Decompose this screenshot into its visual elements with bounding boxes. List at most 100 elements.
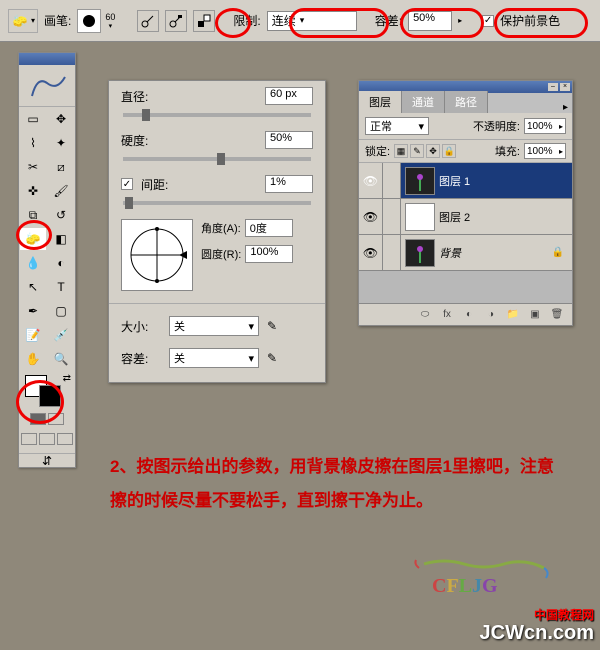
- lock-transparent-icon[interactable]: ▦: [394, 144, 408, 158]
- tolerance-label: 容差:: [375, 12, 402, 29]
- adjustment-layer-icon[interactable]: ◑: [482, 307, 500, 323]
- new-layer-icon[interactable]: ▣: [526, 307, 544, 323]
- stamp-tool[interactable]: ⧉: [19, 203, 47, 227]
- crop-tool[interactable]: ✂: [19, 155, 47, 179]
- toolbox-titlebar[interactable]: [19, 53, 75, 65]
- sampling-btn-3[interactable]: [193, 10, 215, 32]
- svg-text:CFLJG: CFLJG: [432, 575, 498, 597]
- layer-style-icon[interactable]: fx: [438, 307, 456, 323]
- zoom-tool[interactable]: 🔍: [47, 347, 75, 371]
- gradient-tool[interactable]: ◧: [47, 227, 75, 251]
- round-input[interactable]: 100%: [245, 245, 293, 263]
- tool-preset[interactable]: 🧽 ▾: [8, 9, 38, 33]
- layer-thumbnail[interactable]: [405, 203, 435, 231]
- visibility-toggle[interactable]: 👁: [359, 235, 383, 270]
- spacing-slider[interactable]: [123, 201, 311, 205]
- fill-input[interactable]: 100%: [524, 143, 566, 159]
- blur-tool[interactable]: 💧: [19, 251, 47, 275]
- limit-dropdown[interactable]: 连续: [267, 11, 357, 31]
- brush-preset-picker[interactable]: 60▾: [77, 9, 115, 33]
- chevron-right-icon: ▸: [458, 16, 462, 25]
- protect-fg-checkbox[interactable]: [482, 15, 494, 27]
- link-cell[interactable]: [383, 235, 401, 270]
- hand-tool[interactable]: ✋: [19, 347, 47, 371]
- layer-thumbnail[interactable]: [405, 239, 435, 267]
- sampling-btn-2[interactable]: [165, 10, 187, 32]
- minimize-icon[interactable]: –: [548, 83, 558, 91]
- bg-eraser-tool[interactable]: 🧽: [19, 227, 47, 251]
- visibility-toggle[interactable]: 👁: [359, 199, 383, 234]
- screen-mode-3[interactable]: [57, 433, 73, 445]
- dodge-tool[interactable]: ◐: [47, 251, 75, 275]
- screen-mode-1[interactable]: [21, 433, 37, 445]
- background-color[interactable]: [39, 385, 61, 407]
- diameter-slider[interactable]: [123, 113, 311, 117]
- opacity-input[interactable]: 100%: [524, 118, 566, 134]
- size-dropdown[interactable]: 关: [169, 316, 259, 336]
- tab-paths[interactable]: 路径: [445, 91, 488, 113]
- slice-tool[interactable]: ⧄: [47, 155, 75, 179]
- standard-mode[interactable]: [30, 413, 46, 425]
- lasso-tool[interactable]: ⌇: [19, 131, 47, 155]
- jump-to-imageready[interactable]: ⇵: [19, 453, 75, 467]
- delete-layer-icon[interactable]: 🗑: [548, 307, 566, 323]
- cfljg-logo: CFLJG: [404, 556, 554, 600]
- move-tool[interactable]: ✥: [47, 107, 75, 131]
- path-tool[interactable]: ↖: [19, 275, 47, 299]
- quickmask-mode[interactable]: [48, 413, 64, 425]
- brush-angle-widget[interactable]: [121, 219, 193, 291]
- close-icon[interactable]: ×: [560, 83, 570, 91]
- lock-pixels-icon[interactable]: ✎: [410, 144, 424, 158]
- visibility-toggle[interactable]: 👁: [359, 163, 383, 198]
- brush-tool[interactable]: 🖌: [47, 179, 75, 203]
- swap-colors-icon[interactable]: ⇄: [63, 373, 71, 384]
- spacing-label: 间距:: [141, 176, 181, 193]
- opacity-label: 不透明度:: [473, 118, 520, 134]
- marquee-tool[interactable]: ▭: [19, 107, 47, 131]
- tab-channels[interactable]: 通道: [402, 91, 445, 113]
- brush-settings-panel: 直径: 60 px 硬度: 50% 间距: 1% 角度(A):0度 圆度(R):…: [108, 80, 326, 383]
- tolerance-dropdown[interactable]: 关: [169, 348, 259, 368]
- layer-mask-icon[interactable]: ◐: [460, 307, 478, 323]
- tool-grid: ▭ ✥ ⌇ ✦ ✂ ⧄ ✜ 🖌 ⧉ ↺ 🧽 ◧ 💧 ◐ ↖ T ✒ ▢ 📝 💉 …: [19, 107, 75, 371]
- layer-row[interactable]: 👁 图层 1: [359, 163, 572, 199]
- link-cell[interactable]: [383, 199, 401, 234]
- spacing-checkbox[interactable]: [121, 178, 133, 190]
- watermark: 中国教程网 JCWcn.com: [480, 609, 594, 644]
- chevron-down-icon: ▾: [31, 16, 35, 25]
- tolerance-input[interactable]: 50%: [408, 11, 452, 31]
- panel-menu-icon[interactable]: ▸: [559, 102, 572, 113]
- brush-size-num: 60: [105, 12, 115, 22]
- link-layers-icon[interactable]: ⬭: [416, 307, 434, 323]
- hardness-input[interactable]: 50%: [265, 131, 313, 149]
- lock-icon: 🔒: [552, 247, 564, 258]
- layer-row[interactable]: 👁 背景 🔒: [359, 235, 572, 271]
- diameter-input[interactable]: 60 px: [265, 87, 313, 105]
- sampling-btn-1[interactable]: [137, 10, 159, 32]
- notes-tool[interactable]: 📝: [19, 323, 47, 347]
- pen-pressure-icon: ✎: [267, 319, 277, 333]
- tab-layers[interactable]: 图层: [359, 91, 402, 113]
- wand-tool[interactable]: ✦: [47, 131, 75, 155]
- bg-eraser-icon: 🧽: [11, 12, 29, 30]
- spacing-input[interactable]: 1%: [265, 175, 313, 193]
- type-tool[interactable]: T: [47, 275, 75, 299]
- link-cell[interactable]: [383, 163, 401, 198]
- screen-mode-2[interactable]: [39, 433, 55, 445]
- lock-all-icon[interactable]: 🔒: [442, 144, 456, 158]
- pen-tool[interactable]: ✒: [19, 299, 47, 323]
- angle-input[interactable]: 0度: [245, 219, 293, 237]
- eyedropper-tool[interactable]: 💉: [47, 323, 75, 347]
- layer-name: 图层 1: [439, 173, 470, 189]
- pen-pressure-icon: ✎: [267, 351, 277, 365]
- group-icon[interactable]: 📁: [504, 307, 522, 323]
- heal-tool[interactable]: ✜: [19, 179, 47, 203]
- hardness-slider[interactable]: [123, 157, 311, 161]
- layer-thumbnail[interactable]: [405, 167, 435, 195]
- screen-modes: [19, 429, 75, 453]
- shape-tool[interactable]: ▢: [47, 299, 75, 323]
- blend-mode-dropdown[interactable]: 正常: [365, 117, 429, 135]
- history-brush-tool[interactable]: ↺: [47, 203, 75, 227]
- lock-position-icon[interactable]: ✥: [426, 144, 440, 158]
- layer-row[interactable]: 👁 图层 2: [359, 199, 572, 235]
